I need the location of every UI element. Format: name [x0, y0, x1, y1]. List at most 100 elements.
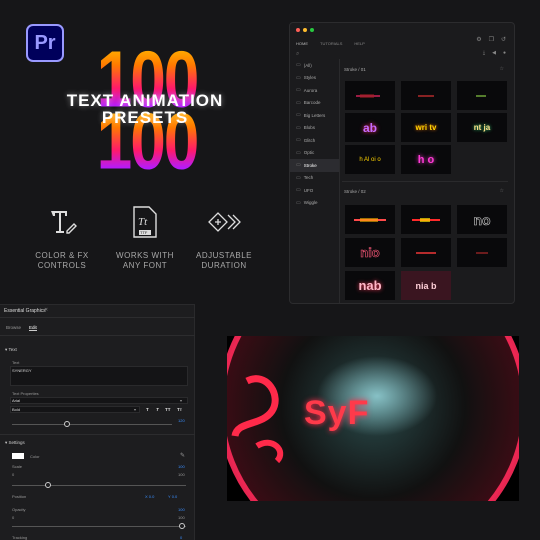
opacity-slider[interactable] — [12, 526, 186, 527]
opacity-label: Opacity — [12, 507, 26, 512]
all-caps-button[interactable]: TT — [165, 407, 171, 412]
thumbnail-text: ab — [362, 120, 377, 135]
tracking-value[interactable]: 0 — [180, 535, 182, 540]
category-label: Stroke — [303, 162, 317, 168]
font-size-value[interactable]: 120 — [178, 418, 185, 423]
category-item-optic[interactable]: ▭ Optic — [290, 147, 339, 160]
preset-thumbnail[interactable]: nab — [345, 271, 395, 300]
folder-icon: ▭ — [296, 162, 301, 169]
preset-thumbnail[interactable]: h Al oi o — [345, 145, 395, 174]
window-tools: ⚙ ❐ ↺ — [476, 36, 506, 43]
nav-help[interactable]: HELP — [354, 41, 364, 46]
maximize-window-dot[interactable] — [310, 28, 314, 32]
preset-thumbnail[interactable] — [401, 81, 451, 110]
preset-thumbnail[interactable] — [457, 81, 507, 110]
undo-icon[interactable]: ↺ — [501, 36, 506, 43]
feature-color-fx: COLOR & FX CONTROLS — [22, 202, 102, 271]
category-item-ufo[interactable]: ▭ UFO — [290, 184, 339, 197]
preset-thumbnail[interactable]: nio — [345, 238, 395, 267]
category-item-tech[interactable]: ▭ Tech — [290, 172, 339, 185]
position-label: Position — [12, 494, 27, 499]
scale-slider[interactable] — [12, 485, 186, 486]
preset-thumbnail[interactable] — [345, 81, 395, 110]
font-family-value: Arial — [12, 398, 21, 403]
preset-thumbnail[interactable] — [401, 238, 451, 267]
preset-thumbnail[interactable] — [457, 238, 507, 267]
scale-value[interactable]: 100 — [178, 464, 185, 469]
category-label: Tech — [303, 175, 314, 181]
category-item-stroke[interactable]: ▭ Stroke — [290, 159, 339, 172]
scale-max: 100 — [178, 472, 185, 477]
preset-thumbnail[interactable]: nt ja — [457, 113, 507, 142]
text-color-fx-icon — [22, 202, 102, 242]
favorite-star-icon[interactable]: ☆ — [500, 66, 504, 72]
opacity-value[interactable]: 100 — [178, 507, 185, 512]
preset-thumbnail[interactable]: wri tv — [401, 113, 451, 142]
svg-text:TTF: TTF — [140, 230, 148, 235]
favorite-star-icon[interactable]: ☆ — [500, 188, 504, 194]
category-label: Big Letters — [303, 112, 326, 118]
nav-tutorials[interactable]: TUTORIALS — [320, 41, 342, 46]
preset-thumbnail[interactable] — [345, 205, 395, 234]
font-style-select[interactable] — [10, 406, 140, 413]
category-item-wiggle[interactable]: ▭ Wiggle — [290, 197, 339, 210]
feature-label-line1: WORKS WITH — [116, 251, 174, 260]
search-icon[interactable]: ⌕ — [296, 51, 299, 58]
close-icon[interactable]: ✕ — [44, 307, 48, 313]
small-caps-button[interactable]: Tт — [177, 407, 182, 412]
scale-slider-knob[interactable] — [45, 482, 51, 488]
section-label: Text — [8, 347, 17, 352]
preset-thumbnail[interactable]: h o — [401, 145, 451, 174]
font-size-slider-knob[interactable] — [64, 421, 70, 427]
folder-icon: ▭ — [296, 124, 301, 131]
thumbnail-text: nab — [358, 278, 382, 293]
text-label: Text — [12, 360, 20, 365]
sound-icon[interactable]: ◀ — [492, 50, 496, 56]
window-titlebar — [290, 23, 514, 37]
category-label: Glitch — [303, 137, 316, 143]
preset-thumbnail[interactable] — [401, 205, 451, 234]
font-family-select[interactable] — [10, 397, 188, 404]
category-item-blobs[interactable]: ▭ Blobs — [290, 122, 339, 135]
record-icon[interactable]: ● — [503, 50, 506, 56]
folder-icon: ▭ — [296, 149, 301, 156]
category-item-all[interactable]: ▭ (All) — [290, 59, 339, 72]
color-swatch[interactable] — [12, 453, 24, 459]
minimize-window-dot[interactable] — [303, 28, 307, 32]
settings-icon[interactable]: ⚙ — [476, 36, 481, 43]
category-label: (All) — [303, 62, 312, 68]
preview-text: SyF — [304, 394, 370, 432]
preset-thumbnail[interactable]: ab — [345, 113, 395, 142]
text-input[interactable] — [10, 366, 188, 386]
chevron-down-icon: ▾ — [180, 398, 183, 403]
download-icon[interactable]: ⤓ — [483, 50, 485, 56]
tab-browse[interactable]: Browse — [6, 325, 21, 330]
preset-thumbnail[interactable]: nia b — [401, 271, 451, 300]
tab-edit[interactable]: Edit — [29, 325, 37, 331]
group-divider — [342, 181, 508, 182]
position-x-value[interactable]: X 0.0 — [145, 494, 154, 499]
category-label: Wiggle — [303, 200, 318, 206]
faux-italic-button[interactable]: T — [156, 407, 159, 412]
nav-home[interactable]: HOME — [296, 41, 308, 46]
position-y-value[interactable]: Y 0.0 — [168, 494, 177, 499]
preset-thumbnail[interactable]: no — [457, 205, 507, 234]
faux-bold-button[interactable]: T — [146, 407, 149, 412]
section-settings-header[interactable]: ▾ Settings — [5, 440, 25, 446]
eyedropper-icon[interactable]: ✎ — [180, 452, 185, 459]
premiere-pro-logo: Pr — [26, 24, 64, 62]
feature-label-line2: ANY FONT — [122, 261, 168, 270]
category-item-aurora[interactable]: ▭ Aurora — [290, 84, 339, 97]
font-size-slider[interactable] — [12, 424, 172, 425]
category-item-styles[interactable]: ▭ Styles — [290, 72, 339, 85]
folder-icon: ▭ — [296, 112, 301, 119]
category-item-barcode[interactable]: ▭ Barcode — [290, 97, 339, 110]
copy-icon[interactable]: ❐ — [489, 36, 494, 43]
section-text-header[interactable]: ▾ Text — [5, 347, 17, 353]
category-item-glitch[interactable]: ▭ Glitch — [290, 134, 339, 147]
category-item-big-letters[interactable]: ▭ Big Letters — [290, 109, 339, 122]
opacity-slider-knob[interactable] — [179, 523, 185, 529]
preset-browser-window: HOME TUTORIALS HELP ⚙ ❐ ↺ ⤓ ◀ ● ⌕ ▭ (All)… — [289, 22, 515, 304]
close-window-dot[interactable] — [296, 28, 300, 32]
category-label: Blobs — [303, 125, 315, 131]
